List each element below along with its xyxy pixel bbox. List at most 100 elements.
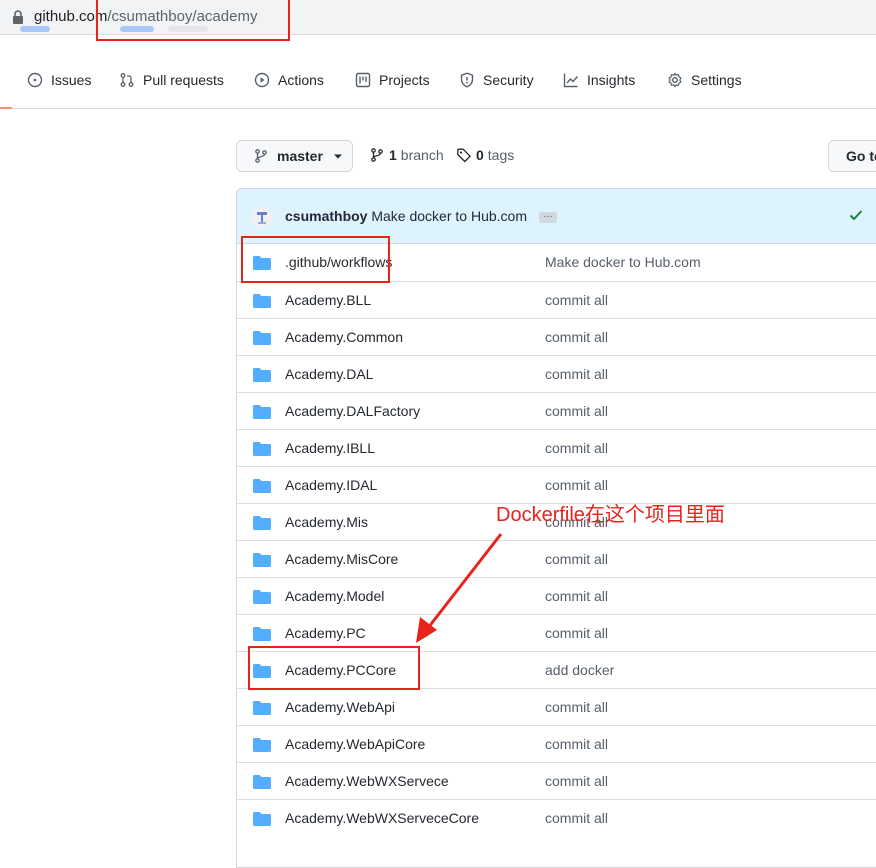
file-name[interactable]: .github/workflows (285, 254, 392, 270)
list-item[interactable]: Academy.WebWXServeceCore commit all (237, 799, 876, 836)
issue-icon (27, 72, 43, 88)
file-name[interactable]: Academy.WebApiCore (285, 736, 425, 752)
folder-icon (253, 294, 271, 308)
repo-nav: Issues Pull requests Actions Projects Se… (0, 58, 876, 109)
file-commit-message[interactable]: commit all (545, 551, 608, 567)
folder-icon (253, 331, 271, 345)
nav-active-underline (0, 107, 12, 109)
commit-expand-button[interactable]: … (538, 209, 557, 223)
folder-icon (253, 701, 271, 715)
commit-summary: csumathboy Make docker to Hub.com … (285, 208, 557, 224)
file-commit-message[interactable]: commit all (545, 329, 608, 345)
tab-settings[interactable]: Settings (667, 72, 742, 88)
go-to-file-label: Go to file (846, 148, 876, 164)
folder-icon (253, 738, 271, 752)
tab-label: Insights (587, 72, 636, 88)
branch-label: branch (400, 147, 444, 163)
file-commit-message[interactable]: commit all (545, 366, 608, 382)
list-item[interactable]: Academy.WebApi commit all (237, 688, 876, 725)
list-item[interactable]: Academy.Common commit all (237, 318, 876, 355)
tab-actions[interactable]: Actions (254, 72, 324, 88)
file-name[interactable]: Academy.Common (285, 329, 403, 345)
list-item[interactable]: Academy.PCCore add docker (237, 651, 876, 688)
branch-icon (255, 149, 267, 163)
folder-icon (253, 368, 271, 382)
tab-pull-requests[interactable]: Pull requests (119, 72, 224, 88)
project-icon (355, 72, 371, 88)
list-item[interactable]: Academy.Model commit all (237, 577, 876, 614)
folder-icon (253, 627, 271, 641)
file-name[interactable]: Academy.PCCore (285, 662, 396, 678)
tag-count: 0 (476, 147, 484, 163)
annotation-text: Dockerfile在这个项目里面 (496, 504, 725, 526)
file-commit-message[interactable]: commit all (545, 477, 608, 493)
file-commit-message[interactable]: commit all (545, 403, 608, 419)
tab-label: Actions (278, 72, 324, 88)
file-commit-message[interactable]: commit all (545, 736, 608, 752)
avatar-glyph-icon (257, 212, 267, 224)
list-item[interactable]: .github/workflows Make docker to Hub.com (237, 244, 876, 281)
tag-icon (457, 148, 471, 163)
check-icon[interactable] (849, 208, 863, 222)
tab-insights[interactable]: Insights (563, 72, 635, 88)
folder-icon (253, 664, 271, 678)
avatar[interactable] (251, 207, 273, 229)
tab-label: Pull requests (143, 72, 224, 88)
go-to-file-button[interactable]: Go to file (828, 140, 876, 172)
list-item[interactable]: Academy.DAL commit all (237, 355, 876, 392)
tab-label: Security (483, 72, 534, 88)
commit-message[interactable]: Make docker to Hub.com (371, 208, 527, 224)
file-name[interactable]: Academy.PC (285, 625, 366, 641)
tab-security[interactable]: Security (459, 72, 534, 88)
file-commit-message[interactable]: commit all (545, 440, 608, 456)
file-commit-message[interactable]: commit all (545, 588, 608, 604)
list-item[interactable]: Academy.WebWXServece commit all (237, 762, 876, 799)
folder-icon (253, 812, 271, 826)
tab-issues[interactable]: Issues (27, 72, 91, 88)
file-name[interactable]: Academy.Mis (285, 514, 368, 530)
url-text[interactable]: github.com/csumathboy/academy (34, 8, 257, 25)
list-item[interactable]: Academy.WebApiCore commit all (237, 725, 876, 762)
file-name[interactable]: Academy.MisCore (285, 551, 398, 567)
tab-projects[interactable]: Projects (355, 72, 430, 88)
branch-icon (371, 148, 383, 162)
file-name[interactable]: Academy.WebWXServece (285, 773, 449, 789)
list-item[interactable]: Academy.IBLL commit all (237, 429, 876, 466)
list-item[interactable]: Academy.BLL commit all (237, 281, 876, 318)
list-item[interactable]: Academy.MisCore commit all (237, 540, 876, 577)
file-name[interactable]: Academy.Model (285, 588, 384, 604)
folder-icon (253, 442, 271, 456)
file-name[interactable]: Academy.WebWXServeceCore (285, 810, 479, 826)
branch-name: master (277, 148, 323, 164)
folder-icon (253, 775, 271, 789)
branch-select-button[interactable]: master (236, 140, 353, 172)
tags-link[interactable]: 0 tags (456, 147, 514, 163)
list-item[interactable]: Academy.PC commit all (237, 614, 876, 651)
file-commit-message[interactable]: Make docker to Hub.com (545, 254, 701, 270)
file-commit-message[interactable]: add docker (545, 662, 614, 678)
file-commit-message[interactable]: commit all (545, 292, 608, 308)
branches-link[interactable]: 1 branch (369, 147, 444, 163)
file-commit-message[interactable]: commit all (545, 810, 608, 826)
file-name[interactable]: Academy.BLL (285, 292, 371, 308)
file-name[interactable]: Academy.DAL (285, 366, 373, 382)
folder-icon (253, 256, 271, 270)
file-commit-message[interactable]: commit all (545, 773, 608, 789)
file-commit-message[interactable]: commit all (545, 625, 608, 641)
pull-request-icon (120, 73, 134, 87)
file-commit-message[interactable]: commit all (545, 699, 608, 715)
folder-icon (253, 479, 271, 493)
file-name[interactable]: Academy.DALFactory (285, 403, 420, 419)
list-item[interactable]: Academy.DALFactory commit all (237, 392, 876, 429)
caret-down-icon (333, 154, 342, 159)
latest-commit-bar: csumathboy Make docker to Hub.com … (237, 189, 876, 244)
file-name[interactable]: Academy.IDAL (285, 477, 377, 493)
file-name[interactable]: Academy.WebApi (285, 699, 395, 715)
tab-label: Settings (691, 72, 742, 88)
file-name[interactable]: Academy.IBLL (285, 440, 375, 456)
graph-icon (563, 73, 579, 88)
url-path: /csumathboy/academy (107, 8, 258, 25)
url-host: github.com (34, 8, 108, 25)
tab-label: Issues (51, 72, 92, 88)
commit-author[interactable]: csumathboy (285, 208, 367, 224)
